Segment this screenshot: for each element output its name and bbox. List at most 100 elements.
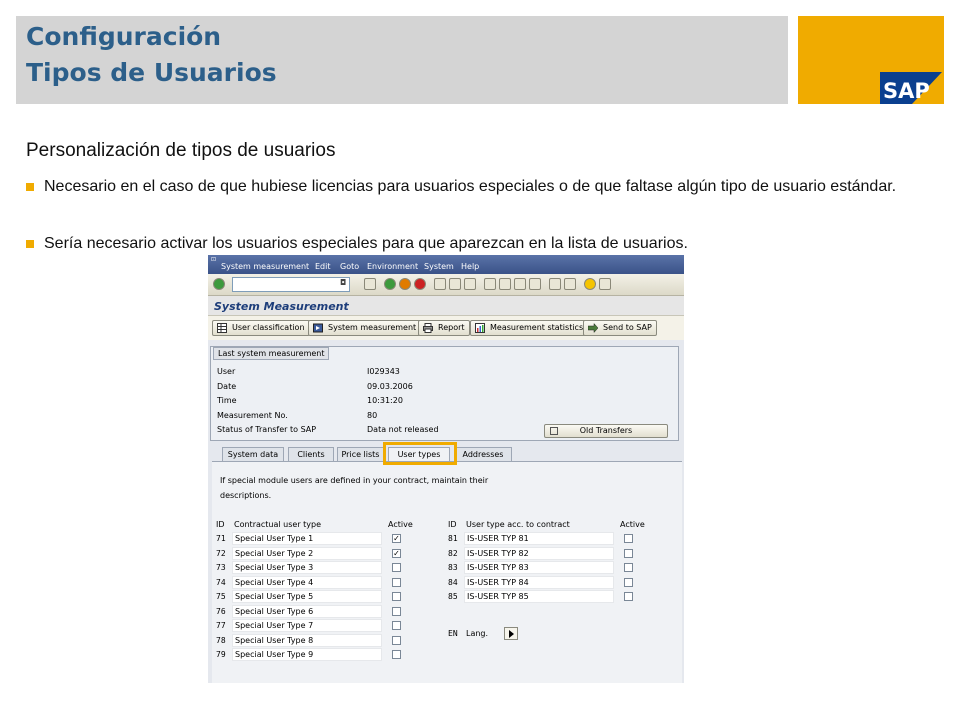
user-type-input[interactable]: Special User Type 4 [232, 575, 382, 589]
active-checkbox[interactable] [392, 650, 401, 659]
command-history-icon[interactable]: ◘ [340, 278, 348, 290]
first-page-icon[interactable] [484, 278, 496, 290]
send-icon [588, 323, 598, 333]
tab-addresses[interactable]: Addresses [454, 447, 512, 461]
previous-page-icon[interactable] [499, 278, 511, 290]
enter-icon[interactable] [213, 278, 225, 290]
layout-menu-icon[interactable] [599, 278, 611, 290]
user-value: I029343 [367, 367, 400, 376]
cancel-icon[interactable] [414, 278, 426, 290]
tab-clients[interactable]: Clients [288, 447, 334, 461]
menu-system[interactable]: System [424, 262, 454, 271]
bullet-item: Necesario en el caso de que hubiese lice… [26, 175, 926, 199]
user-type-input[interactable]: IS-USER TYP 82 [464, 546, 614, 560]
row-id: 85 [448, 592, 458, 601]
sap-gui-window: ⊡ System measurement Edit Goto Environme… [208, 255, 684, 683]
row-id: 74 [216, 577, 226, 587]
menu-edit[interactable]: Edit [315, 262, 331, 271]
user-type-input[interactable]: Special User Type 1 [232, 532, 382, 545]
menu-help[interactable]: Help [461, 262, 479, 271]
slide-title-line-1: Configuración [26, 22, 222, 51]
date-value: 09.03.2006 [367, 382, 413, 391]
active-checkbox[interactable] [392, 592, 401, 601]
active-checkbox[interactable] [392, 563, 401, 572]
row-id: 76 [216, 606, 226, 616]
window-menu-icon[interactable]: ⊡ [211, 256, 218, 263]
right-id-header: ID [448, 520, 457, 529]
report-button[interactable]: Report [418, 320, 470, 336]
time-label: Time [217, 396, 237, 405]
active-checkbox[interactable] [624, 563, 633, 572]
table-icon [217, 323, 227, 333]
print-icon[interactable] [434, 278, 446, 290]
user-label: User [217, 367, 236, 376]
user-type-input[interactable]: Special User Type 2 [232, 546, 382, 560]
row-id: 84 [448, 577, 458, 587]
active-checkbox[interactable] [624, 548, 633, 558]
back-icon[interactable] [384, 278, 396, 290]
measurement-statistics-button[interactable]: Measurement statistics [470, 320, 589, 336]
menu-environment[interactable]: Environment [367, 262, 418, 271]
user-type-input[interactable]: IS-USER TYP 81 [464, 532, 614, 545]
command-field[interactable] [232, 277, 350, 292]
row-id: 81 [448, 534, 458, 543]
exit-icon[interactable] [399, 278, 411, 290]
active-checkbox[interactable] [624, 577, 633, 587]
lang-label: Lang. [466, 629, 489, 638]
user-type-input[interactable]: IS-USER TYP 84 [464, 575, 614, 589]
active-checkbox[interactable] [392, 621, 401, 630]
next-page-icon[interactable] [514, 278, 526, 290]
lang-id: EN [448, 629, 458, 638]
active-checkbox-checked[interactable]: ✓ [392, 548, 401, 558]
measurement-no-value: 80 [367, 411, 378, 420]
menu-system-measurement[interactable]: System measurement [221, 262, 309, 271]
slide-subtitle: Personalización de tipos de usuarios [26, 140, 336, 161]
user-type-input[interactable]: Special User Type 6 [232, 604, 382, 618]
row-id: 75 [216, 592, 226, 601]
find-next-icon[interactable] [464, 278, 476, 290]
old-transfers-button[interactable]: Old Transfers [544, 424, 668, 438]
menu-goto[interactable]: Goto [340, 262, 359, 271]
active-checkbox[interactable] [392, 606, 401, 616]
separator-icon [352, 278, 358, 290]
document-icon [550, 427, 558, 435]
active-checkbox[interactable] [392, 635, 401, 645]
system-measurement-button[interactable]: System measurement [308, 320, 422, 336]
screen-title: System Measurement [214, 300, 349, 313]
find-icon[interactable] [449, 278, 461, 290]
row-id: 71 [216, 534, 226, 543]
save-icon[interactable] [364, 278, 376, 290]
send-to-sap-button[interactable]: Send to SAP [583, 320, 657, 336]
description-line-2: descriptions. [220, 491, 272, 500]
last-measurement-group: Last system measurement User I029343 Dat… [210, 346, 679, 441]
bullet-text: Necesario en el caso de que hubiese lice… [44, 178, 897, 195]
left-id-header: ID [216, 520, 225, 529]
active-checkbox[interactable] [624, 592, 633, 601]
shortcut-icon[interactable] [564, 278, 576, 290]
active-checkbox[interactable] [392, 577, 401, 587]
user-type-input[interactable]: Special User Type 5 [232, 590, 382, 603]
tab-system-data[interactable]: System data [222, 447, 284, 461]
application-toolbar: User classification System measurement R… [208, 316, 684, 340]
slide-title-line-2: Tipos de Usuarios [26, 58, 277, 87]
user-type-input[interactable]: IS-USER TYP 85 [464, 590, 614, 603]
user-type-input[interactable]: Special User Type 7 [232, 619, 382, 632]
printer-icon [423, 323, 433, 333]
screen-title-bar: System Measurement [208, 296, 684, 316]
new-session-icon[interactable] [549, 278, 561, 290]
user-types-tab-highlight [383, 442, 457, 465]
bullet-square-icon [26, 240, 34, 248]
help-icon[interactable] [584, 278, 596, 290]
user-type-input[interactable]: Special User Type 9 [232, 648, 382, 661]
active-checkbox[interactable] [624, 534, 633, 543]
language-arrow-button[interactable] [504, 627, 518, 640]
last-page-icon[interactable] [529, 278, 541, 290]
user-classification-label: User classification [232, 323, 305, 332]
active-checkbox-checked[interactable]: ✓ [392, 534, 401, 543]
date-label: Date [217, 382, 237, 391]
user-type-input[interactable]: Special User Type 8 [232, 633, 382, 647]
user-type-input[interactable]: IS-USER TYP 83 [464, 561, 614, 574]
user-type-input[interactable]: Special User Type 3 [232, 561, 382, 574]
tab-price-lists[interactable]: Price lists [337, 447, 384, 461]
user-classification-button[interactable]: User classification [212, 320, 310, 336]
